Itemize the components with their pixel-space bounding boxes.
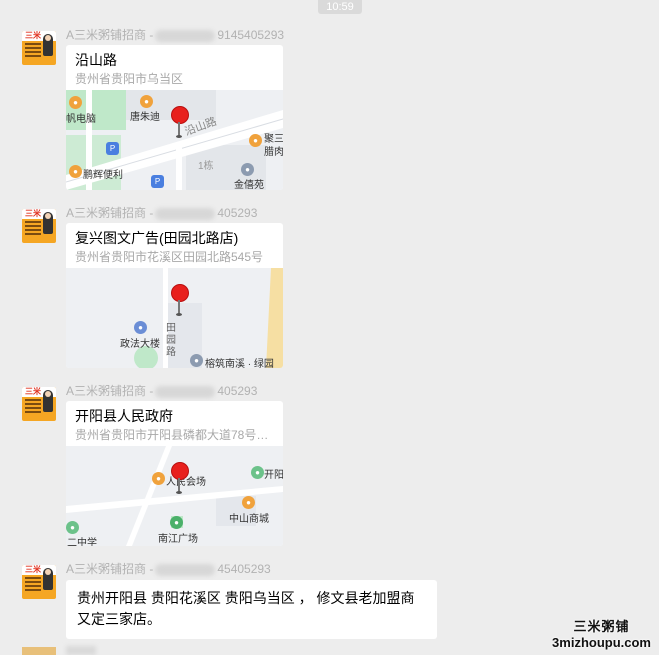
shop-icon: ● xyxy=(140,95,153,108)
map-label: 帆电脑 xyxy=(66,114,96,125)
sender-name: A三米粥铺招商 -405293 xyxy=(66,384,258,398)
parking-icon: P xyxy=(151,175,164,188)
location-card[interactable]: 开阳县人民政府 贵州省贵阳市开阳县磷都大道78号政... ● 开阳 ● 人民会场… xyxy=(66,401,283,546)
map-label: 二中学 xyxy=(67,538,97,546)
map-label: 南江广场 xyxy=(158,534,198,545)
avatar[interactable]: 三米 xyxy=(22,387,56,421)
avatar[interactable]: 三米 xyxy=(22,31,56,65)
map-label: 腊肉 xyxy=(264,147,283,158)
avatar-logo: 三米 xyxy=(25,565,41,574)
timestamp: 10:59 xyxy=(318,0,362,14)
building-icon: ● xyxy=(241,163,254,176)
avatar[interactable]: 三米 xyxy=(22,209,56,243)
sender-name: A三米粥铺招商 -405293 xyxy=(66,206,258,220)
shop-icon: ● xyxy=(69,96,82,109)
sender-name: A三米粥铺招商 -45405293 xyxy=(66,562,271,576)
map-label: 开阳 xyxy=(264,470,283,481)
government-icon: ● xyxy=(134,321,147,334)
location-address: 贵州省贵阳市乌当区 xyxy=(75,72,184,86)
parking-icon: P xyxy=(106,142,119,155)
location-map[interactable]: ● 政法大楼 田 园 路 ● 榕筑南溪 · 绿园 xyxy=(66,268,283,368)
building-icon: ● xyxy=(190,354,203,367)
restaurant-icon: ● xyxy=(249,134,262,147)
park-icon: ● xyxy=(170,516,183,529)
location-map[interactable]: ● 帆电脑 ● 唐朱迪 沿山路 ● 聚三 腊肉 P P ● 鹏辉便利 1栋 ● … xyxy=(66,90,283,190)
location-pin-base xyxy=(176,313,182,316)
location-card[interactable]: 复兴图文广告(田园北路店) 贵州省贵阳市花溪区田园北路545号 ● 政法大楼 田… xyxy=(66,223,283,368)
map-label: 政法大楼 xyxy=(120,339,160,350)
sender-name xyxy=(66,646,96,655)
location-name: 沿山路 xyxy=(75,52,117,68)
watermark-brand: 三米粥铺 xyxy=(573,619,630,634)
map-label: 1栋 xyxy=(198,161,214,172)
road-label: 路 xyxy=(166,347,176,358)
map-label: 榕筑南溪 · 绿园 xyxy=(205,359,274,368)
location-pin-stem xyxy=(178,478,180,492)
school-icon: ● xyxy=(66,521,79,534)
shop-icon: ● xyxy=(242,496,255,509)
location-pin-icon xyxy=(171,462,189,480)
shop-icon: ● xyxy=(251,466,264,479)
location-pin-icon xyxy=(171,106,189,124)
text-message[interactable]: 贵州开阳县 贵阳花溪区 贵阳乌当区 ， 修文县老加盟商又定三家店。 xyxy=(66,580,437,639)
map-label: 金僖苑 xyxy=(234,180,264,190)
location-pin-base xyxy=(176,491,182,494)
map-label: 鹏辉便利 xyxy=(83,170,123,181)
location-map[interactable]: ● 开阳 ● 人民会场 ● 中山商城 ● 南江广场 ● 二中学 xyxy=(66,446,283,546)
location-pin-stem xyxy=(178,122,180,136)
location-address: 贵州省贵阳市开阳县磷都大道78号政... xyxy=(75,428,279,442)
location-name: 复兴图文广告(田园北路店) xyxy=(75,230,239,246)
shop-icon: ● xyxy=(69,165,82,178)
map-label: 唐朱迪 xyxy=(130,112,160,123)
location-pin-icon xyxy=(171,284,189,302)
location-pin-base xyxy=(176,135,182,138)
location-pin-stem xyxy=(178,300,180,314)
avatar-logo: 三米 xyxy=(25,209,41,218)
sender-name: A三米粥铺招商 -9145405293 xyxy=(66,28,285,42)
venue-icon: ● xyxy=(152,472,165,485)
avatar-logo: 三米 xyxy=(25,387,41,396)
watermark-url: 3mizhoupu.com xyxy=(552,635,651,650)
map-label: 中山商城 xyxy=(229,514,269,525)
avatar-logo: 三米 xyxy=(25,31,41,40)
avatar[interactable] xyxy=(22,647,56,655)
location-address: 贵州省贵阳市花溪区田园北路545号 xyxy=(75,250,264,264)
location-card[interactable]: 沿山路 贵州省贵阳市乌当区 ● 帆电脑 ● 唐朱迪 沿山路 ● 聚三 腊肉 P … xyxy=(66,45,283,190)
avatar[interactable]: 三米 xyxy=(22,565,56,599)
watermark: 三米粥铺 3mizhoupu.com xyxy=(552,616,651,650)
location-name: 开阳县人民政府 xyxy=(75,408,173,424)
